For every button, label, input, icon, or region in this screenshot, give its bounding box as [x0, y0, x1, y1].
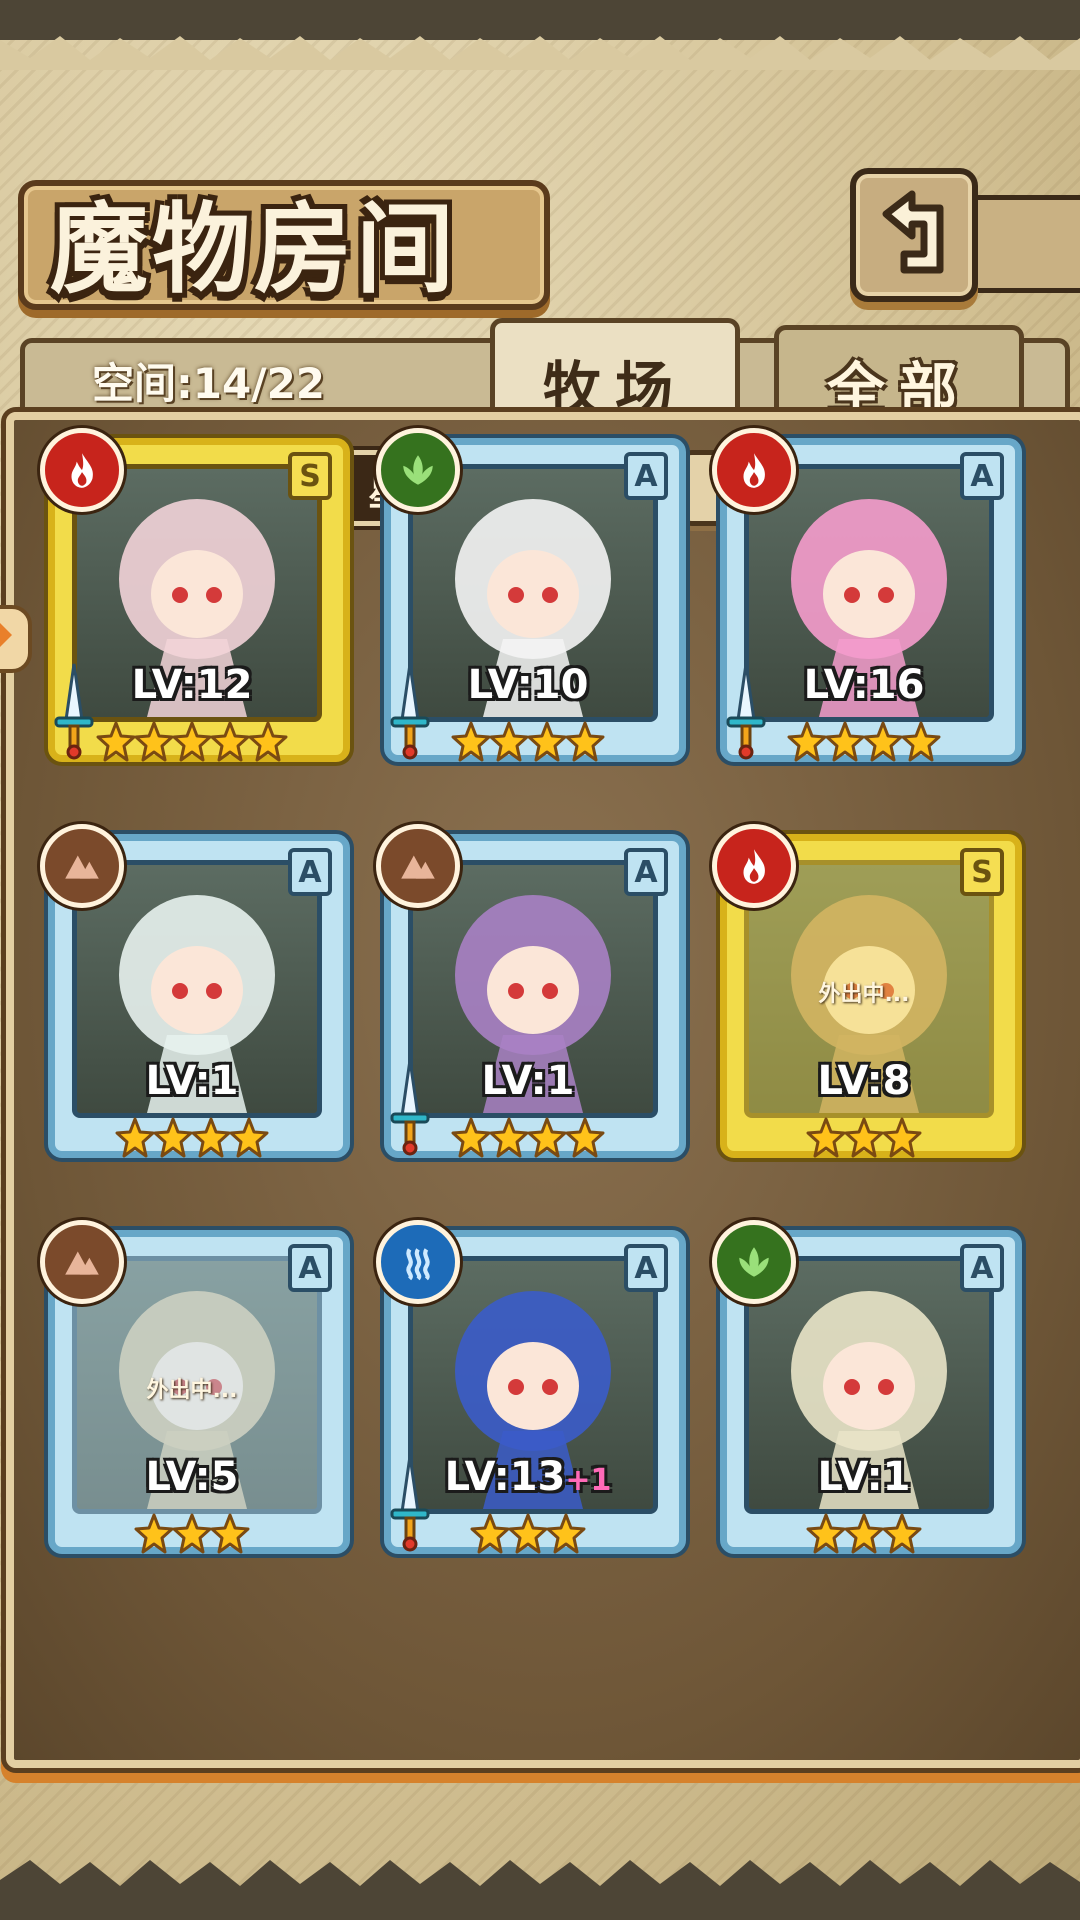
- star-icon: [134, 720, 174, 764]
- away-status: 外出中...: [818, 982, 910, 1007]
- star-icon: [844, 1116, 884, 1160]
- star-icon: [546, 1512, 586, 1556]
- monster-card[interactable]: A LV:1: [712, 1220, 1022, 1562]
- star-rating: [42, 1512, 342, 1560]
- element-nature-icon: [376, 428, 460, 512]
- star-rating: [378, 1512, 678, 1560]
- element-earth-icon: [40, 824, 124, 908]
- star-icon: [172, 720, 212, 764]
- rank-badge: A: [624, 848, 668, 896]
- level-text: LV:16: [803, 662, 925, 708]
- star-icon: [489, 1116, 529, 1160]
- star-icon: [527, 1116, 567, 1160]
- rank-badge: A: [624, 1244, 668, 1292]
- star-rating: [378, 720, 678, 768]
- monster-level: LV:12: [42, 662, 342, 708]
- star-icon: [844, 1512, 884, 1556]
- capacity-label: 空间:14/22: [92, 359, 326, 408]
- away-status: 外出中...: [146, 1378, 238, 1403]
- star-icon: [787, 720, 827, 764]
- star-icon: [527, 720, 567, 764]
- monster-level: LV:1: [378, 1058, 678, 1104]
- element-nature-icon: [712, 1220, 796, 1304]
- rank-badge: A: [288, 848, 332, 896]
- page-title: 魔物房间: [50, 192, 459, 307]
- monster-card[interactable]: A LV:1: [376, 824, 686, 1166]
- star-icon: [451, 720, 491, 764]
- monster-level: LV:10: [378, 662, 678, 708]
- star-rating: [42, 720, 342, 768]
- level-text: LV:1: [481, 1058, 575, 1104]
- level-text: LV:12: [131, 662, 253, 708]
- element-fire-icon: [712, 824, 796, 908]
- rank-badge: S: [288, 452, 332, 500]
- element-fire-icon: [40, 428, 124, 512]
- star-icon: [508, 1512, 548, 1556]
- element-earth-icon: [376, 824, 460, 908]
- arrow-right-icon: [0, 621, 12, 649]
- star-icon: [210, 720, 250, 764]
- star-icon: [863, 720, 903, 764]
- star-icon: [115, 1116, 155, 1160]
- level-text: LV:1: [817, 1454, 911, 1500]
- star-rating: [714, 1512, 1014, 1560]
- star-icon: [451, 1116, 491, 1160]
- rank-badge: A: [960, 1244, 1004, 1292]
- monster-level: LV:1: [42, 1058, 342, 1104]
- star-icon: [229, 1116, 269, 1160]
- star-icon: [882, 1512, 922, 1556]
- star-rating: [714, 1116, 1014, 1164]
- monster-card[interactable]: S 外出中... LV:8: [712, 824, 1022, 1166]
- monster-card[interactable]: A 外出中... LV:5: [40, 1220, 350, 1562]
- star-icon: [248, 720, 288, 764]
- star-icon: [153, 1116, 193, 1160]
- monster-card[interactable]: A LV:16: [712, 428, 1022, 770]
- level-text: LV:8: [817, 1058, 911, 1104]
- level-bonus: +1: [565, 1463, 612, 1498]
- element-earth-icon: [40, 1220, 124, 1304]
- level-text: LV:10: [467, 662, 589, 708]
- star-icon: [825, 720, 865, 764]
- rank-badge: A: [960, 452, 1004, 500]
- monster-level: LV:1: [714, 1454, 1014, 1500]
- level-text: LV:1: [145, 1058, 239, 1104]
- star-icon: [172, 1512, 212, 1556]
- star-icon: [191, 1116, 231, 1160]
- monster-level: LV:13+1: [378, 1454, 678, 1500]
- back-arrow-icon: [882, 190, 944, 274]
- star-rating: [42, 1116, 342, 1164]
- monster-level: LV:8: [714, 1058, 1014, 1104]
- level-text: LV:5: [145, 1454, 239, 1500]
- star-icon: [470, 1512, 510, 1556]
- monster-card[interactable]: A LV:1: [40, 824, 350, 1166]
- rank-badge: A: [624, 452, 668, 500]
- side-drawer-handle[interactable]: [0, 605, 32, 673]
- torn-paper-bottom-edge: [0, 1860, 1080, 1920]
- star-icon: [806, 1512, 846, 1556]
- star-icon: [489, 720, 529, 764]
- back-button[interactable]: [850, 168, 978, 302]
- star-icon: [134, 1512, 174, 1556]
- level-text: LV:13: [444, 1454, 566, 1500]
- rank-badge: A: [288, 1244, 332, 1292]
- star-icon: [901, 720, 941, 764]
- element-fire-icon: [712, 428, 796, 512]
- monster-level: LV:5: [42, 1454, 342, 1500]
- star-rating: [378, 1116, 678, 1164]
- star-icon: [806, 1116, 846, 1160]
- monster-card[interactable]: S LV:12: [40, 428, 350, 770]
- star-rating: [714, 720, 1014, 768]
- torn-paper-top-edge: [0, 0, 1080, 70]
- star-icon: [96, 720, 136, 764]
- monster-level: LV:16: [714, 662, 1014, 708]
- monster-card[interactable]: A LV:13+1: [376, 1220, 686, 1562]
- back-button-plate: [960, 195, 1080, 293]
- star-icon: [882, 1116, 922, 1160]
- element-water-icon: [376, 1220, 460, 1304]
- star-icon: [210, 1512, 250, 1556]
- rank-badge: S: [960, 848, 1004, 896]
- star-icon: [565, 1116, 605, 1160]
- monster-card[interactable]: A LV:10: [376, 428, 686, 770]
- star-icon: [565, 720, 605, 764]
